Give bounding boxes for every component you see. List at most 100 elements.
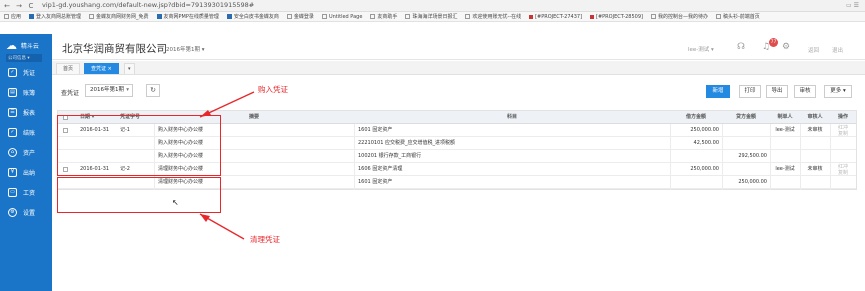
window-controls-icon[interactable]: ▭ ☰ bbox=[841, 2, 865, 9]
maker-cell: lee-测试 bbox=[775, 127, 795, 133]
bookmark-label: 友商网PMP在线质量管理 bbox=[163, 14, 219, 20]
period-select[interactable]: 2016年第1期 bbox=[85, 84, 133, 97]
org-selector[interactable]: 公司信息 ▾ bbox=[6, 54, 42, 62]
bookmark-item[interactable]: 友商网PMP在线质量管理 bbox=[153, 13, 223, 20]
back-icon[interactable]: ← bbox=[2, 1, 12, 11]
bookmark-icon bbox=[156, 14, 162, 19]
account-cell: 1606 固定资产清理 bbox=[358, 166, 403, 172]
action-links[interactable]: 红冲 复制 bbox=[830, 163, 856, 176]
url-input[interactable]: vip1-gd.youshang.com/default-new.jsp?dbi… bbox=[42, 1, 841, 10]
app-sidebar: ☁ 精斗云 公司信息 ▾ ✓ 凭证 ▤ 账簿 ☰ 报表 ✓ 结账 ⌂ 资产 ¥ 出纳 ▭ 工资 ⚙ 设置 bbox=[0, 34, 52, 291]
bookmark-item[interactable]: 金蝶登录 bbox=[283, 13, 318, 20]
header-credit: 贷方金额 bbox=[735, 114, 756, 120]
company-name: 北京华润商贸有限公司 bbox=[62, 43, 167, 55]
header-debit: 借方金额 bbox=[685, 114, 706, 120]
bookmark-icon bbox=[405, 14, 411, 19]
export-button[interactable]: 导出 bbox=[766, 85, 788, 98]
voucher-toolbar: 查凭证 2016年第1期 ↻ 新增 打印 导出 审核 更多 ▾ bbox=[52, 80, 865, 102]
column-divider bbox=[830, 163, 831, 190]
report-icon: ☰ bbox=[8, 107, 17, 117]
bookmark-icon bbox=[370, 14, 376, 19]
bookmark-icon bbox=[529, 14, 534, 19]
bookmark-item[interactable]: 金蝶友商网财务网_免费 bbox=[85, 13, 153, 20]
settings-icon: ⚙ bbox=[8, 207, 17, 217]
ledger-icon: ▤ bbox=[8, 87, 17, 97]
bookmark-item[interactable]: 珠海海洋场景日报汇 bbox=[401, 13, 461, 20]
asset-icon: ⌂ bbox=[8, 147, 17, 157]
account-cell: 1601 固定资产 bbox=[358, 127, 393, 133]
period-selector[interactable]: 2016年第1期 ▾ bbox=[166, 45, 205, 53]
credit-cell bbox=[722, 163, 770, 176]
print-button[interactable]: 打印 bbox=[739, 85, 761, 98]
app-logo[interactable]: ☁ 精斗云 公司信息 ▾ bbox=[0, 34, 52, 62]
gear-icon[interactable]: ⚙ bbox=[780, 41, 792, 53]
column-divider bbox=[800, 124, 801, 165]
tab-view-voucher[interactable]: 查凭证 × bbox=[84, 63, 119, 74]
account-cell: 22210101 应交税费_应交增值税_进项税额 bbox=[358, 140, 456, 146]
add-button[interactable]: 新增 bbox=[706, 85, 730, 98]
action-links[interactable]: 红冲 复制 bbox=[830, 124, 856, 137]
bookmark-icon bbox=[321, 14, 327, 19]
column-divider bbox=[770, 163, 771, 190]
sidebar-item-closing[interactable]: ✓ 结账 bbox=[0, 122, 52, 142]
column-divider bbox=[800, 163, 801, 190]
refresh-icon[interactable]: ↻ bbox=[146, 84, 160, 97]
column-divider bbox=[670, 163, 671, 190]
bookmark-item[interactable]: 登入友商网总账管理 bbox=[25, 13, 85, 20]
bookmark-icon bbox=[29, 14, 35, 19]
bookmark-label: 我的控制台—我的待办 bbox=[657, 14, 708, 20]
sidebar-item-voucher[interactable]: ✓ 凭证 bbox=[0, 62, 52, 82]
column-divider bbox=[670, 124, 671, 165]
return-link[interactable]: 返回 bbox=[808, 46, 819, 54]
credit-cell bbox=[722, 137, 770, 150]
cleanup-arrow-line bbox=[199, 213, 245, 240]
sidebar-item-label: 账簿 bbox=[23, 89, 36, 97]
forward-icon[interactable]: → bbox=[14, 1, 24, 11]
bookmark-label: 登入友商网总账管理 bbox=[36, 14, 82, 20]
credit-cell: 292,500.00 bbox=[738, 153, 767, 159]
cloud-logo-icon: ☁ bbox=[6, 39, 17, 52]
sidebar-item-label: 结账 bbox=[23, 129, 36, 137]
bookmark-item[interactable]: 友商助手 bbox=[366, 13, 401, 20]
tab-home[interactable]: 首页 bbox=[56, 63, 81, 74]
status-cell: 未审核 bbox=[807, 166, 823, 172]
bookmark-item[interactable]: 我的控制台—我的待办 bbox=[647, 13, 712, 20]
tab-menu-chevron-down-icon[interactable]: ▾ bbox=[124, 63, 135, 74]
bookmark-item[interactable]: 欢迎使用账无忧--在线 bbox=[461, 13, 525, 20]
salary-icon: ▭ bbox=[8, 187, 17, 197]
column-divider bbox=[722, 163, 723, 190]
header-account: 科目 bbox=[506, 114, 517, 120]
bookmark-item[interactable]: 应用 bbox=[0, 13, 25, 20]
bookmark-label: [#PROJECT-27437] bbox=[535, 13, 583, 20]
column-divider bbox=[770, 124, 771, 165]
bookmark-item[interactable]: [#PROJECT-28509] bbox=[586, 14, 647, 20]
tab-strip: 首页 查凭证 × ▾ bbox=[52, 61, 865, 75]
bookmark-icon bbox=[286, 14, 292, 19]
bookmark-item[interactable]: 稿头衫-前端首页 bbox=[712, 13, 764, 20]
bookmark-icon bbox=[650, 14, 656, 19]
debit-cell bbox=[670, 176, 722, 189]
audit-button[interactable]: 审核 bbox=[794, 85, 816, 98]
column-divider bbox=[830, 124, 831, 165]
sidebar-item-ledger[interactable]: ▤ 账簿 bbox=[0, 82, 52, 102]
app-header: 北京华润商贸有限公司 2016年第1期 ▾ lee-测试 ▾ ☊ ♫ 77 ⚙ … bbox=[52, 34, 865, 60]
sidebar-item-salary[interactable]: ▭ 工资 bbox=[0, 182, 52, 202]
notification-badge: 77 bbox=[769, 38, 778, 47]
user-menu[interactable]: lee-测试 ▾ bbox=[688, 45, 714, 53]
credit-cell bbox=[722, 124, 770, 137]
exit-link[interactable]: 退出 bbox=[832, 46, 843, 54]
bookmark-item[interactable]: Untitled Page bbox=[318, 14, 366, 20]
bookmark-item[interactable]: [#PROJECT-27437] bbox=[525, 14, 586, 20]
sidebar-item-settings[interactable]: ⚙ 设置 bbox=[0, 202, 52, 222]
credit-cell: 250,000.00 bbox=[738, 179, 767, 185]
column-divider bbox=[354, 124, 355, 165]
sidebar-item-asset[interactable]: ⌂ 资产 bbox=[0, 142, 52, 162]
bookmark-label: 应用 bbox=[11, 14, 22, 20]
sidebar-item-cashier[interactable]: ¥ 出纳 bbox=[0, 162, 52, 182]
reload-icon[interactable]: C bbox=[26, 1, 36, 11]
closing-icon: ✓ bbox=[8, 127, 17, 137]
sidebar-item-report[interactable]: ☰ 报表 bbox=[0, 102, 52, 122]
more-button[interactable]: 更多 ▾ bbox=[824, 85, 852, 98]
headset-icon[interactable]: ☊ bbox=[735, 41, 747, 53]
bookmark-item[interactable]: 安全白皮书金蝶友商 bbox=[223, 13, 283, 20]
